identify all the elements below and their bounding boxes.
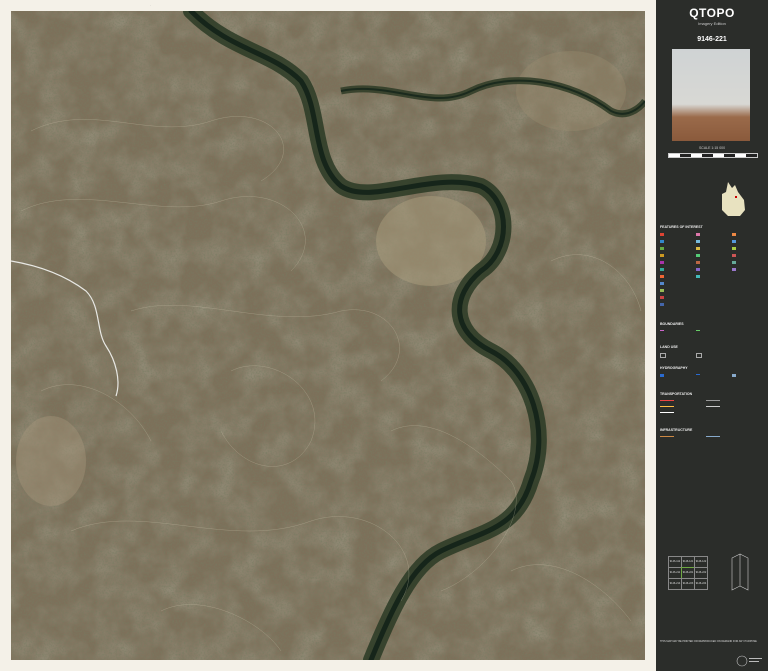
queensland-locator-icon: [722, 182, 745, 216]
legend-swatch: [696, 247, 700, 250]
queensland-government-logo-icon: [736, 655, 762, 667]
legend-swatch: [706, 436, 720, 437]
legend-swatch: [696, 275, 700, 278]
legend-swatch: [696, 268, 700, 271]
terrain-svg: [11, 11, 645, 660]
grid-sheet[interactable]: 9146-223: [681, 578, 695, 590]
legend-heading: TRANSPORTATION: [660, 392, 693, 396]
satellite-imagery[interactable]: [11, 11, 645, 660]
legend-swatch: [732, 261, 736, 264]
legend-swatch: [660, 296, 664, 299]
map-subtitle: Imagery Edition: [698, 21, 726, 26]
legend-swatch: [732, 254, 736, 257]
cover-photo: [672, 49, 750, 141]
scale-bar: [668, 153, 758, 158]
legend-swatch: [732, 240, 736, 243]
legend-swatch: [660, 240, 664, 243]
grid-sheet[interactable]: 9146-224: [694, 578, 708, 590]
map-title: QTOPO: [689, 6, 735, 20]
legend-swatch: [660, 436, 674, 437]
legend-swatch: [660, 247, 664, 250]
map-frame: ·: [0, 0, 656, 671]
grid-tick-label: ·: [150, 3, 151, 7]
legend-swatch: [660, 275, 664, 278]
legend-swatch: [660, 289, 664, 292]
legend-swatch: [732, 268, 736, 271]
cleared-area: [16, 416, 86, 506]
legend-swatch: [660, 406, 674, 407]
legend-swatch: [660, 282, 664, 285]
legend-swatch: [732, 233, 736, 236]
legend-swatch: [660, 374, 664, 377]
legend-swatch: [660, 268, 664, 271]
legend-swatch: [696, 261, 700, 264]
grid-sheet[interactable]: 9146-214: [668, 578, 682, 590]
legend-panel: QTOPO Imagery Edition 9146-221 SCALE 1:1…: [656, 0, 768, 671]
legend-swatch: [660, 261, 664, 264]
legend-swatch: [706, 400, 720, 401]
legend-swatch: [660, 303, 664, 306]
legend-swatch: [660, 254, 664, 257]
legend-swatch: [696, 330, 700, 334]
legend-heading: HYDROGRAPHY: [660, 366, 688, 370]
scale-label: SCALE 1:15 000: [698, 146, 726, 150]
sheet-number: 9146-221: [697, 36, 727, 43]
adjoining-sheets-grid: 9146-112 9146-121 9146-122 9146-211 9146…: [668, 556, 708, 592]
legend-heading: FEATURES OF INTEREST: [660, 225, 703, 229]
legend-swatch: [696, 233, 700, 236]
legend-swatch: [660, 330, 664, 334]
legend-swatch: [660, 353, 666, 358]
legend-swatch: [660, 412, 674, 413]
map-fold-diagram-icon: [731, 553, 749, 591]
legend-swatch: [706, 406, 720, 407]
legend-swatch: [732, 247, 736, 250]
legend-swatch: [696, 374, 700, 375]
legend-swatch: [696, 254, 700, 257]
disclaimer-heading: THIS MAP MAY BE PRINTED OR REPRODUCED ON…: [660, 640, 757, 643]
legend-heading: BOUNDARIES: [660, 322, 684, 326]
legend-swatch: [732, 374, 736, 377]
legend-heading: LAND USE: [660, 345, 678, 349]
legend-heading: INFRASTRUCTURE: [660, 428, 693, 432]
legend-swatch: [660, 400, 674, 401]
legend-swatch: [696, 353, 702, 358]
legend-swatch: [660, 233, 664, 236]
legend-swatch: [696, 240, 700, 243]
